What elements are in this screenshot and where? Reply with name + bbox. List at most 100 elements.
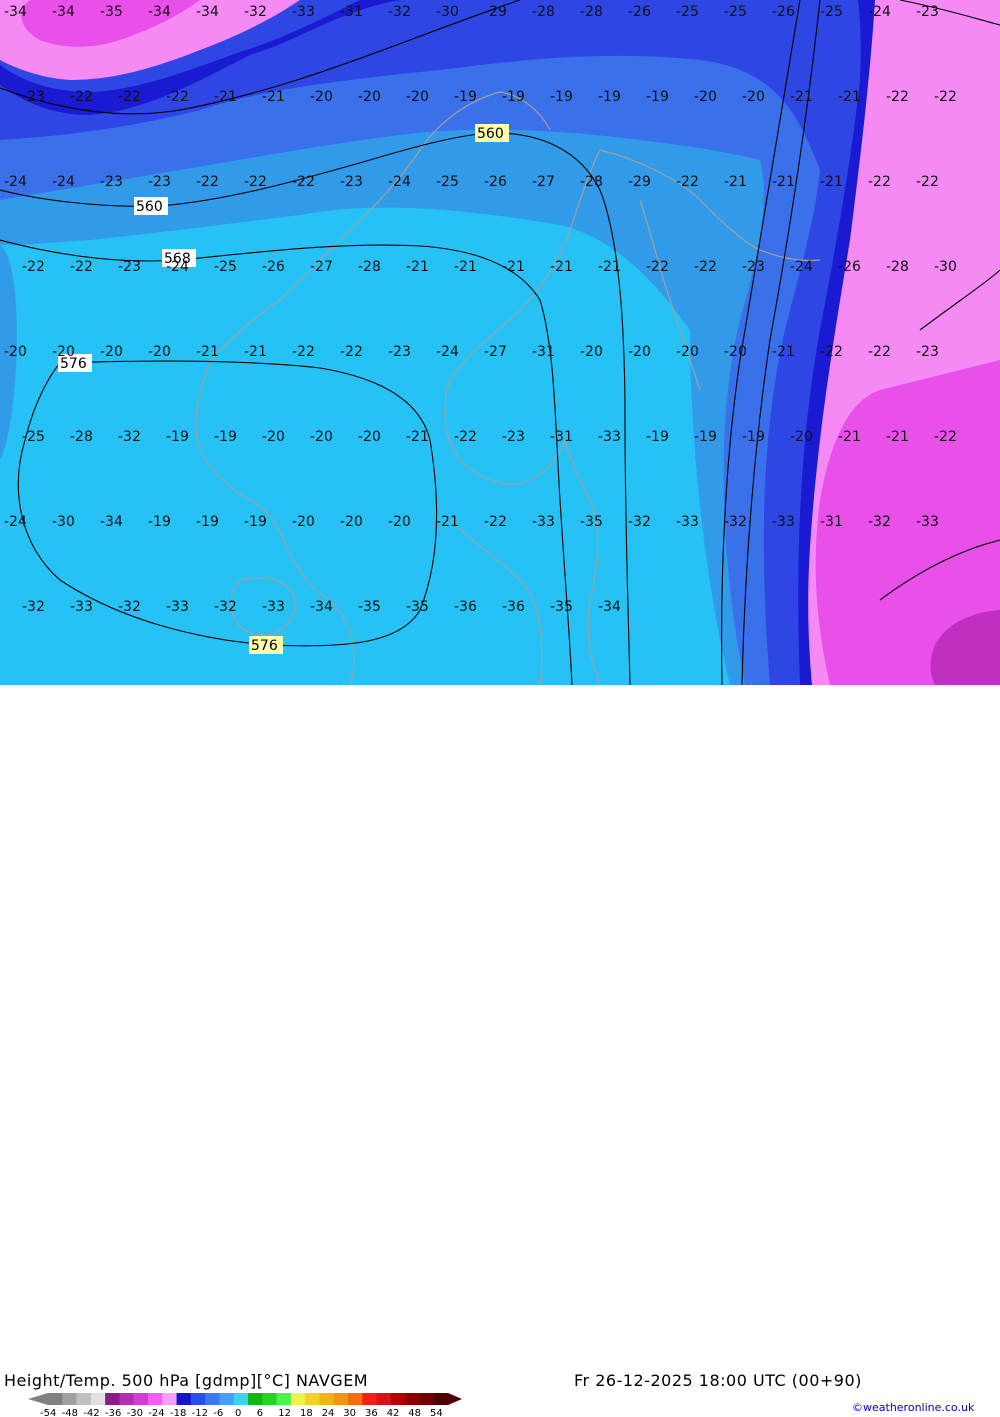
scale-tick-label: -36: [105, 1408, 121, 1417]
temperature-label: -31: [340, 4, 363, 20]
temperature-label: -35: [100, 4, 123, 20]
temperature-label: -30: [52, 514, 75, 530]
temperature-label: -20: [790, 429, 813, 445]
scale-swatch: [105, 1393, 120, 1405]
temperature-label: -25: [22, 429, 45, 445]
scale-swatch: [233, 1393, 249, 1405]
temperature-label: -22: [166, 89, 189, 105]
temperature-label: -20: [262, 429, 285, 445]
temperature-label: -28: [70, 429, 93, 445]
temperature-label: -22: [934, 89, 957, 105]
temperature-color-scale: -54 -48 -42 -36 -30 -24 -18 -12 -6 0 6 12 18 24 30 36 42…: [28, 1393, 462, 1417]
temperature-label: -27: [310, 259, 333, 275]
temperature-label: -22: [934, 429, 957, 445]
temperature-label: -22: [694, 259, 717, 275]
temperature-label: -20: [148, 344, 171, 360]
temperature-label: -22: [70, 89, 93, 105]
scale-arrow-left: [28, 1393, 48, 1405]
temperature-label: -36: [454, 599, 477, 615]
scale-swatch: [348, 1393, 363, 1405]
temperature-label: -22: [916, 174, 939, 190]
temperature-label: -19: [598, 89, 621, 105]
scale-tick-label: -24: [148, 1408, 164, 1417]
temperature-label: -28: [358, 259, 381, 275]
scale-ticks: -54 -48 -42 -36 -30 -24 -18 -12 -6 0 6 12 18 24 30 36 42…: [40, 1408, 443, 1417]
temperature-label: -22: [886, 89, 909, 105]
credit-link[interactable]: ©weatheronline.co.uk: [852, 1401, 974, 1414]
temperature-label: -33: [262, 599, 285, 615]
scale-swatch: [390, 1393, 406, 1405]
temperature-label: -33: [676, 514, 699, 530]
temperature-label: -21: [244, 344, 267, 360]
temperature-label: -24: [868, 4, 891, 20]
temperature-label: -34: [100, 514, 123, 530]
scale-swatch: [248, 1393, 263, 1405]
temperature-label: -33: [166, 599, 189, 615]
temperature-label: -33: [916, 514, 939, 530]
temperature-label: -24: [4, 174, 27, 190]
scale-swatch: [62, 1393, 78, 1405]
scale-swatch: [119, 1393, 135, 1405]
temperature-label: -35: [580, 514, 603, 530]
temperature-label: -20: [628, 344, 651, 360]
temperature-label: -21: [214, 89, 237, 105]
temperature-label: -28: [580, 174, 603, 190]
temperature-label: -26: [628, 4, 651, 20]
temperature-label: -20: [310, 429, 333, 445]
scale-swatch: [319, 1393, 335, 1405]
temperature-label: -19: [214, 429, 237, 445]
temperature-label: -21: [502, 259, 525, 275]
temperature-label: -20: [358, 429, 381, 445]
temperature-label: -22: [70, 259, 93, 275]
temperature-label: -26: [772, 4, 795, 20]
temperature-label: -22: [340, 344, 363, 360]
map-datetime: Fr 26-12-2025 18:00 UTC (00+90): [574, 1371, 862, 1390]
temperature-label: -20: [310, 89, 333, 105]
temperature-label: -23: [388, 344, 411, 360]
temperature-label: -34: [196, 4, 219, 20]
temperature-label: -23: [742, 259, 765, 275]
map-title: Height/Temp. 500 hPa [gdmp][°C] NAVGEM: [4, 1371, 369, 1390]
temperature-label: -20: [580, 344, 603, 360]
temperature-label: -19: [646, 429, 669, 445]
temperature-label: -23: [118, 259, 141, 275]
temperature-label: -35: [358, 599, 381, 615]
temperature-label: -26: [838, 259, 861, 275]
temperature-label: -20: [388, 514, 411, 530]
temperature-label: -28: [532, 4, 555, 20]
temperature-label: -22: [244, 174, 267, 190]
temperature-label: -20: [724, 344, 747, 360]
scale-swatch: [219, 1393, 235, 1405]
temperature-label: -19: [502, 89, 525, 105]
temperature-label: -34: [598, 599, 621, 615]
temperature-label: -20: [358, 89, 381, 105]
temperature-label: -22: [22, 259, 45, 275]
temperature-label: -21: [454, 259, 477, 275]
scale-swatch: [76, 1393, 92, 1405]
temperature-label: -19: [148, 514, 171, 530]
temperature-label: -25: [214, 259, 237, 275]
temperature-label: -34: [148, 4, 171, 20]
temperature-label: -22: [868, 174, 891, 190]
scale-swatch: [433, 1393, 449, 1405]
scale-tick-label: -54: [40, 1408, 56, 1417]
temperature-label: -32: [388, 4, 411, 20]
temperature-label: -27: [484, 344, 507, 360]
height-label: 560: [136, 199, 163, 215]
temperature-label: -21: [838, 89, 861, 105]
temperature-label: -28: [580, 4, 603, 20]
temperature-label: -34: [4, 4, 27, 20]
temperature-label: -34: [52, 4, 75, 20]
scale-tick-label: 42: [387, 1408, 400, 1417]
scale-arrow-right: [448, 1393, 462, 1405]
scale-swatch: [419, 1393, 435, 1405]
temperature-label: -25: [820, 4, 843, 20]
scale-swatch: [205, 1393, 220, 1405]
temperature-label: -22: [484, 514, 507, 530]
temperature-label: -20: [694, 89, 717, 105]
scale-tick-label: -18: [170, 1408, 186, 1417]
temperature-label: -32: [214, 599, 237, 615]
temperature-label: -23: [100, 174, 123, 190]
temperature-label: -19: [196, 514, 219, 530]
temperature-label: -33: [70, 599, 93, 615]
